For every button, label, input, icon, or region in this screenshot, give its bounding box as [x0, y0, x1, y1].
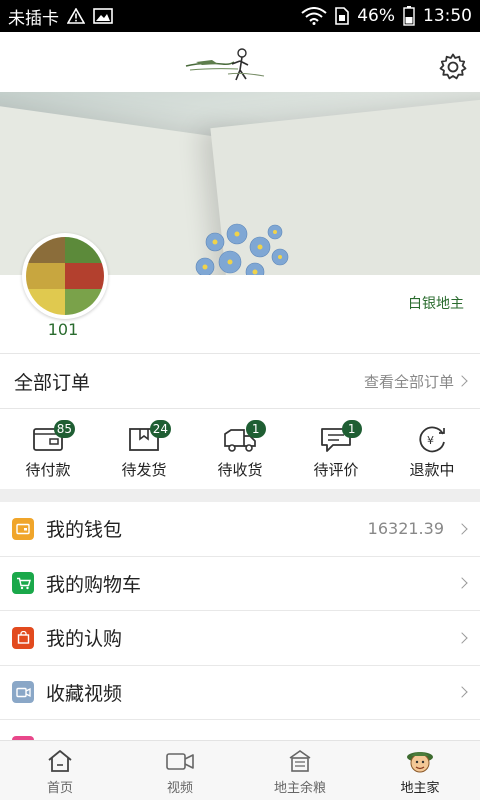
chevron-right-icon [456, 632, 468, 644]
menu-item-label: 收藏视频 [46, 682, 123, 705]
brand-logo [185, 48, 265, 81]
menu-item-label: 我的购物车 [46, 573, 142, 596]
order-status-label: 待付款 [25, 461, 71, 479]
clock: 13:50 [423, 6, 472, 26]
order-status-row: 85 待付款 24 待发货 1 待收货 1 待评价 ¥ 退款中 [0, 409, 480, 489]
order-count-badge: 1 [245, 420, 266, 438]
wallet-balance: 16321.39 [367, 519, 444, 539]
status-bar: 未插卡 46% 13:50 [0, 0, 480, 32]
tab-video[interactable]: 视频 [120, 741, 240, 800]
home-icon [48, 750, 72, 772]
view-all-orders-link[interactable]: 查看全部订单 [363, 371, 468, 392]
order-status-refunding[interactable]: ¥ 退款中 [384, 409, 480, 489]
username: 101 [47, 320, 79, 339]
chevron-right-icon [456, 686, 468, 698]
granary-icon [289, 750, 311, 772]
app-header [0, 32, 480, 92]
battery-percent: 46% [357, 6, 395, 26]
menu-item-saved-videos[interactable]: 收藏视频 [0, 666, 480, 720]
order-status-label: 待发货 [121, 461, 167, 479]
image-icon [93, 8, 113, 24]
tab-label: 视频 [166, 781, 193, 796]
refund-icon: ¥ [419, 426, 445, 453]
settings-gear-icon[interactable] [438, 52, 468, 82]
order-status-label: 待收货 [217, 461, 263, 479]
account-menu-list: 我的钱包 16321.39 我的购物车 我的认购 收藏视频 [0, 502, 480, 775]
order-status-label: 退款中 [409, 461, 455, 479]
user-avatar[interactable] [22, 233, 108, 319]
order-status-label: 待评价 [313, 461, 359, 479]
menu-item-subscriptions[interactable]: 我的认购 [0, 611, 480, 666]
member-level-badge: 白银地主 [408, 296, 464, 312]
view-all-orders-label: 查看全部订单 [363, 372, 454, 391]
warning-icon [67, 8, 85, 24]
order-count-badge: 24 [149, 420, 172, 438]
chevron-right-icon [456, 523, 468, 535]
tab-home[interactable]: 首页 [0, 741, 120, 800]
orders-header: 全部订单 查看全部订单 [0, 354, 480, 408]
video-icon [12, 681, 34, 704]
wifi-icon [301, 7, 327, 25]
bottom-tab-bar: 首页 视频 地主余粮 地主家 [0, 740, 480, 800]
bag-icon [12, 626, 34, 649]
farmer-avatar-icon [407, 752, 433, 773]
battery-icon [403, 6, 415, 26]
menu-item-cart[interactable]: 我的购物车 [0, 557, 480, 611]
orders-title: 全部订单 [14, 371, 91, 394]
section-gap [0, 489, 480, 502]
cart-icon [12, 572, 34, 595]
chevron-right-icon [456, 375, 468, 387]
svg-text:¥: ¥ [427, 434, 434, 447]
order-count-badge: 1 [341, 420, 362, 438]
carrier-text: 未插卡 [8, 8, 59, 29]
wallet-icon [12, 517, 34, 540]
tab-label: 地主家 [400, 781, 440, 796]
tab-label: 首页 [46, 781, 73, 796]
order-status-pending-receipt[interactable]: 1 待收货 [192, 409, 288, 489]
chevron-right-icon [456, 577, 468, 589]
video-camera-icon [166, 753, 194, 770]
order-count-badge: 85 [53, 420, 76, 438]
menu-item-wallet[interactable]: 我的钱包 16321.39 [0, 502, 480, 557]
order-status-pending-review[interactable]: 1 待评价 [288, 409, 384, 489]
tab-granary[interactable]: 地主余粮 [240, 741, 360, 800]
flower-decoration [195, 223, 289, 275]
order-status-pending-shipment[interactable]: 24 待发货 [96, 409, 192, 489]
order-status-pending-payment[interactable]: 85 待付款 [0, 409, 96, 489]
menu-item-label: 我的认购 [46, 628, 123, 651]
sim-card-icon [335, 7, 350, 25]
tab-landlord-home[interactable]: 地主家 [360, 741, 480, 800]
tab-label: 地主余粮 [273, 781, 326, 796]
menu-item-label: 我的钱包 [46, 519, 123, 542]
